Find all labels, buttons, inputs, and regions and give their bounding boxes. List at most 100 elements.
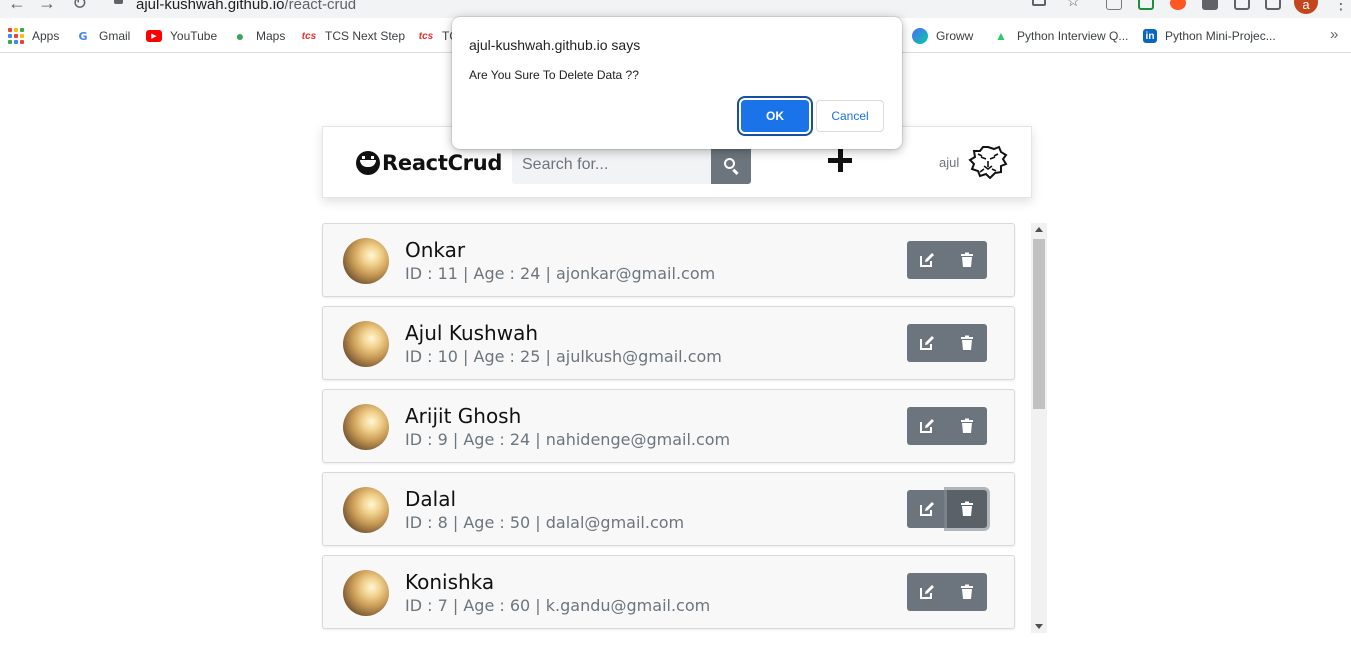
delete-button[interactable]: [947, 324, 987, 362]
edit-icon: [920, 585, 934, 599]
bookmark-python-interview[interactable]: ▲ Python Interview Q...: [993, 26, 1128, 46]
record-actions: [907, 407, 987, 445]
bookmark-label: Apps: [32, 29, 60, 43]
brand-logo[interactable]: ReactCrud: [356, 151, 502, 175]
user-name: ajul: [939, 155, 960, 170]
tcs-icon: tcs: [418, 30, 434, 42]
bookmark-label: TCS Next Step: [325, 29, 406, 43]
extension-icon[interactable]: [1106, 0, 1122, 10]
browser-toolbar: ← → ↻ ajul-kushwah.github.io/react-crud …: [0, 0, 1351, 18]
confirm-dialog: ajul-kushwah.github.io says Are You Sure…: [452, 17, 902, 149]
address-bar[interactable]: ajul-kushwah.github.io/react-crud ☆: [104, 0, 1090, 16]
record-name: Ajul Kushwah: [405, 321, 539, 345]
bookmark-label: YouTube: [170, 29, 218, 43]
bookmark-maps[interactable]: ● Maps: [232, 26, 286, 46]
url-path: /react-crud: [284, 0, 357, 13]
chevron-right-double-icon[interactable]: »: [1330, 26, 1338, 43]
edit-button[interactable]: [907, 324, 947, 362]
record-actions: [907, 490, 987, 528]
edit-icon: [920, 419, 934, 433]
reload-icon[interactable]: ↻: [72, 0, 87, 12]
scroll-down-arrow-icon[interactable]: [1035, 624, 1043, 629]
grin-face-icon: [356, 151, 380, 175]
scrollbar-thumb[interactable]: [1033, 239, 1045, 409]
star-icon[interactable]: ☆: [1067, 0, 1080, 10]
avatar: [343, 238, 389, 284]
trash-icon: [961, 418, 973, 433]
menu-kebab-icon[interactable]: ⋮: [1333, 0, 1349, 14]
edit-button[interactable]: [907, 573, 947, 611]
extension-icon[interactable]: [1170, 0, 1186, 10]
edit-icon: [920, 502, 934, 516]
hackerrank-icon: ▲: [995, 29, 1007, 43]
bookmark-python-mini-projects[interactable]: in Python Mini-Projec...: [1143, 26, 1276, 46]
dialog-title: ajul-kushwah.github.io says: [469, 37, 641, 53]
list-item: Onkar ID : 11 | Age : 24 | ajonkar@gmail…: [322, 223, 1015, 297]
delete-button[interactable]: [947, 241, 987, 279]
add-record-button[interactable]: [828, 147, 856, 175]
bookmark-gmail[interactable]: G Gmail: [75, 26, 130, 46]
list-item: Dalal ID : 8 | Age : 50 | dalal@gmail.co…: [322, 472, 1015, 546]
search-form: [512, 146, 751, 184]
trash-icon: [961, 501, 973, 516]
linkedin-icon: in: [1143, 29, 1157, 43]
youtube-icon: ▶: [146, 30, 162, 42]
bookmark-youtube[interactable]: ▶ YouTube: [146, 26, 217, 46]
bookmark-apps[interactable]: Apps: [8, 26, 59, 46]
trash-icon: [961, 252, 973, 267]
scroll-up-arrow-icon[interactable]: [1035, 227, 1043, 232]
cancel-button[interactable]: Cancel: [816, 100, 884, 132]
record-info: ID : 9 | Age : 24 | nahidenge@gmail.com: [405, 430, 731, 449]
edit-button[interactable]: [907, 407, 947, 445]
record-actions: [907, 324, 987, 362]
maps-pin-icon: ●: [235, 28, 245, 44]
address-url: ajul-kushwah.github.io/react-crud: [136, 0, 356, 13]
extension-icon[interactable]: [1138, 0, 1154, 10]
side-panel-icon[interactable]: [1265, 0, 1281, 10]
bookmark-label: Python Interview Q...: [1017, 29, 1129, 43]
avatar: [343, 404, 389, 450]
search-input[interactable]: [512, 146, 711, 184]
delete-button[interactable]: [947, 490, 987, 528]
dialog-message: Are You Sure To Delete Data ??: [469, 68, 639, 82]
url-host: ajul-kushwah.github.io: [136, 0, 285, 13]
apps-grid-icon: [8, 28, 24, 44]
google-icon: G: [78, 29, 88, 43]
list-item: Konishka ID : 7 | Age : 60 | k.gandu@gma…: [322, 555, 1015, 629]
search-button[interactable]: [711, 146, 751, 184]
record-info: ID : 7 | Age : 60 | k.gandu@gmail.com: [405, 596, 711, 615]
edit-icon: [920, 336, 934, 350]
tcs-icon: tcs: [301, 30, 317, 42]
avatar: [343, 570, 389, 616]
groww-icon: [912, 28, 928, 44]
delete-button[interactable]: [947, 573, 987, 611]
record-actions: [907, 241, 987, 279]
forward-arrow-icon[interactable]: →: [38, 0, 56, 12]
search-icon: [724, 158, 735, 169]
lock-icon: [114, 0, 123, 4]
profile-avatar[interactable]: a: [1294, 0, 1318, 14]
bookmark-tcs-next-step[interactable]: tcs TCS Next Step: [301, 26, 405, 46]
list-item: Arijit Ghosh ID : 9 | Age : 24 | nahiden…: [322, 389, 1015, 463]
back-arrow-icon[interactable]: ←: [8, 0, 26, 12]
record-name: Dalal: [405, 487, 457, 511]
list-item: Ajul Kushwah ID : 10 | Age : 25 | ajulku…: [322, 306, 1015, 380]
scrollbar[interactable]: [1031, 223, 1047, 633]
lion-avatar-icon[interactable]: [968, 145, 1008, 179]
record-info: ID : 11 | Age : 24 | ajonkar@gmail.com: [405, 264, 716, 283]
trash-icon: [961, 335, 973, 350]
delete-button[interactable]: [947, 407, 987, 445]
bookmark-label: Gmail: [99, 29, 131, 43]
edit-button[interactable]: [907, 490, 947, 528]
record-info: ID : 10 | Age : 25 | ajulkush@gmail.com: [405, 347, 722, 366]
download-icon[interactable]: [1234, 0, 1250, 10]
avatar: [343, 321, 389, 367]
bookmark-groww[interactable]: Groww: [912, 26, 973, 46]
ok-button[interactable]: OK: [741, 100, 809, 132]
edit-button[interactable]: [907, 241, 947, 279]
record-actions: [907, 573, 987, 611]
bookmark-label: Maps: [256, 29, 286, 43]
puzzle-icon[interactable]: [1202, 0, 1218, 10]
share-icon[interactable]: [1032, 0, 1046, 6]
record-name: Onkar: [405, 238, 466, 262]
